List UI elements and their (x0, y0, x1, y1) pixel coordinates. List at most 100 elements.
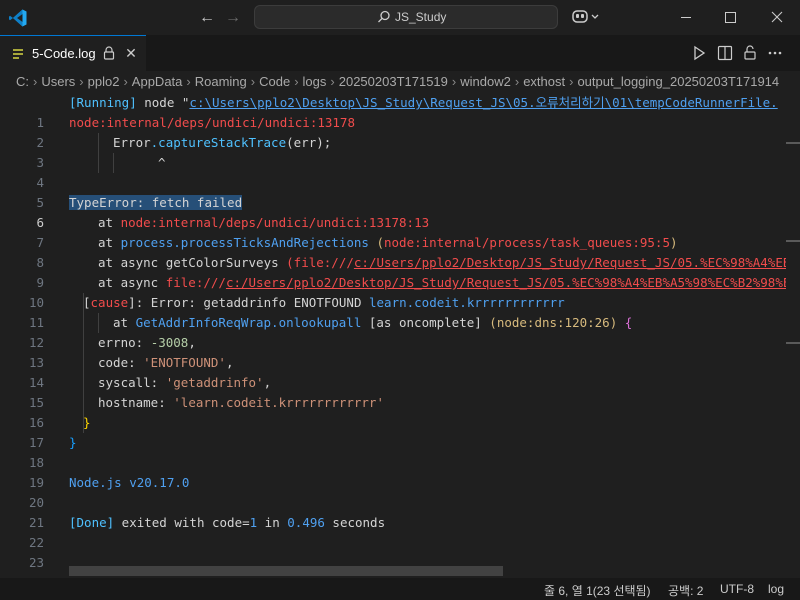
cursor-position[interactable]: 줄 6, 열 1(23 선택됨) (544, 582, 651, 599)
breadcrumb-item[interactable]: C: (16, 74, 29, 89)
file-link[interactable]: c:\Users\pplo2\Desktop\JS_Study\Request_… (189, 95, 777, 110)
chevron-right-icon: › (79, 74, 84, 89)
file-link[interactable]: c:/Users/pplo2/Desktop/JS_Study/Request_… (226, 275, 800, 290)
search-icon (378, 10, 390, 23)
code-line: 9 at async getColorSurveys (file:///c:/U… (0, 253, 800, 290)
file-link[interactable]: c:/Users/pplo2/Desktop/JS_Study/Request_… (354, 255, 800, 270)
token: Error (113, 135, 151, 150)
command-center-search[interactable]: JS_Study (254, 5, 558, 29)
token: , (225, 355, 234, 370)
code-line: 20 Node.js v20.17.0 (0, 473, 800, 510)
token: seconds (324, 515, 386, 530)
unlock-icon[interactable] (741, 44, 759, 62)
back-arrow-icon[interactable]: ← (198, 9, 216, 27)
forward-arrow-icon[interactable]: → (224, 9, 242, 27)
token: ]: Error: getaddrinfo ENOTFOUND (128, 295, 369, 310)
chevron-right-icon: › (569, 74, 574, 89)
chevron-right-icon: › (330, 74, 335, 89)
token: ^ (158, 155, 166, 170)
title-bar: ← → JS_Study (0, 0, 800, 35)
chevron-right-icon: › (186, 74, 191, 89)
token: ( (286, 135, 294, 150)
token: { (617, 315, 633, 330)
breadcrumb-item[interactable]: 20250203T171519 (339, 74, 448, 89)
indentation[interactable]: 공백: 2 (668, 582, 703, 599)
token: learn.codeit.krrrrrrrrrrrr (369, 295, 565, 310)
copilot-icon[interactable] (571, 8, 601, 26)
code-line: 6 TypeError: fetch failed (0, 193, 800, 230)
token: ) (669, 235, 678, 250)
status-bar: 줄 6, 열 1(23 선택됨) 공백: 2 UTF-8 log (0, 578, 800, 600)
token: exited with code= (114, 515, 250, 530)
code-line: 2 node:internal/deps/undici/undici:13178 (0, 113, 800, 150)
close-tab-icon[interactable]: ✕ (124, 46, 138, 60)
token: } (69, 435, 77, 450)
token: .captureStackTrace (150, 135, 287, 150)
breadcrumb-item[interactable]: output_logging_20250203T171914 (577, 74, 779, 89)
token: 'learn.codeit.krrrrrrrrrrrr' (173, 395, 384, 410)
code-line: 19 (0, 453, 800, 490)
encoding[interactable]: UTF-8 (720, 582, 754, 596)
code-line: 4 ^ (0, 153, 800, 190)
code-line: 16 hostname: 'learn.codeit.krrrrrrrrrrrr… (0, 393, 800, 430)
code-line: 18 } (0, 433, 800, 470)
token: ( (368, 235, 384, 250)
breadcrumb-item[interactable]: exthost (523, 74, 565, 89)
token: } (83, 415, 91, 430)
token: process.processTicksAndRejections (120, 235, 369, 250)
breadcrumb-item[interactable]: Users (41, 74, 75, 89)
token: , (263, 375, 272, 390)
split-editor-icon[interactable] (716, 44, 734, 62)
token: at (113, 315, 136, 330)
token: (node:dns:120:26) (489, 315, 618, 330)
minimize-icon[interactable] (663, 0, 709, 35)
breadcrumb-item[interactable]: Roaming (195, 74, 247, 89)
tab-label: 5-Code.log (32, 46, 96, 61)
token: 'getaddrinfo' (165, 375, 264, 390)
vertical-scrollbar[interactable] (786, 93, 800, 578)
token: ); (316, 135, 332, 150)
breadcrumb-item[interactable]: pplo2 (88, 74, 120, 89)
horizontal-scrollbar[interactable] (69, 566, 503, 576)
token: code: (98, 355, 144, 370)
code-line: 22 [Done] exited with code=1 in 0.496 se… (0, 513, 800, 550)
code-line: 12 at GetAddrInfoReqWrap.onlookupall [as… (0, 313, 800, 350)
token: Node.js v20.17.0 (69, 475, 190, 490)
token: (file:/// (286, 255, 354, 270)
more-actions-icon[interactable] (766, 44, 784, 62)
token: [Running] (69, 95, 137, 110)
chevron-right-icon: › (451, 74, 457, 89)
editor-area[interactable]: 1 [Running] node "c:\Users\pplo2\Desktop… (0, 93, 800, 578)
code-line: 10 at async file:///c:/Users/pplo2/Deskt… (0, 273, 800, 310)
code-line: 7 at node:internal/deps/undici/undici:13… (0, 213, 800, 250)
token: at async getColorSurveys (98, 255, 287, 270)
breadcrumb-item[interactable]: window2 (460, 74, 511, 89)
tab-5-code-log[interactable]: 5-Code.log ✕ (0, 35, 146, 71)
token: file:/// (165, 275, 226, 290)
maximize-icon[interactable] (707, 0, 753, 35)
scrollbar-marker (786, 240, 800, 242)
token: [Done] (69, 515, 115, 530)
chevron-right-icon: › (514, 74, 520, 89)
breadcrumb-item[interactable]: Code (259, 74, 290, 89)
code-line: 21 (0, 493, 800, 530)
token: GetAddrInfoReqWrap.onlookupall (135, 315, 362, 330)
token: node:internal/deps/undici/undici:13178:1… (120, 215, 430, 230)
language-mode[interactable]: log (768, 582, 784, 596)
code-line: 5 (0, 173, 800, 210)
breadcrumb-item[interactable]: AppData (132, 74, 183, 89)
token: at (98, 215, 121, 230)
code-line: 14 code: 'ENOTFOUND', (0, 353, 800, 390)
token: node " (136, 95, 190, 110)
lock-icon (103, 46, 115, 60)
run-icon[interactable] (690, 44, 708, 62)
search-label: JS_Study (395, 10, 447, 24)
token: -3008 (150, 335, 189, 350)
token: [as oncomplete] (361, 315, 490, 330)
selected-text: TypeError: fetch failed (69, 195, 243, 210)
token: [ (83, 295, 91, 310)
close-window-icon[interactable] (754, 0, 800, 35)
chevron-right-icon: › (294, 74, 299, 89)
breadcrumb-item[interactable]: logs (303, 74, 327, 89)
token: node:internal/deps/undici/undici:13178 (69, 115, 355, 130)
